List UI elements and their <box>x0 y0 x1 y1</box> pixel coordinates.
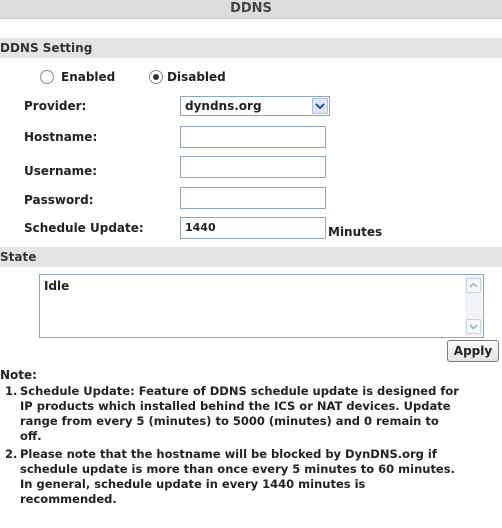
hostname-label: Hostname: <box>24 130 98 144</box>
scroll-down-icon <box>469 324 478 330</box>
username-field[interactable] <box>180 156 326 178</box>
enabled-label: Enabled <box>61 70 116 84</box>
username-label: Username: <box>24 164 98 178</box>
note-item-1-number: 1. <box>5 384 18 398</box>
scroll-down-button[interactable] <box>466 319 481 334</box>
provider-selected-value: dyndns.org <box>185 99 262 113</box>
password-label: Password: <box>24 193 94 207</box>
disabled-radio-option[interactable]: Disabled <box>149 69 279 87</box>
state-heading: State <box>0 250 37 264</box>
note-item-2-line: schedule update is more than once every … <box>20 462 455 476</box>
ddns-setting-header: DDNS Setting <box>0 38 502 58</box>
radio-selected-dot <box>153 74 159 80</box>
note-item-1-line: off. <box>20 429 42 443</box>
provider-dropdown-button[interactable] <box>312 98 328 114</box>
note-item-1-line: IP products which installed behind the I… <box>20 399 451 413</box>
schedule-update-label: Schedule Update: <box>24 221 144 235</box>
hostname-field[interactable] <box>180 126 326 148</box>
provider-label: Provider: <box>24 99 87 113</box>
note-item-2-line: Please note that the hostname will be bl… <box>20 447 437 461</box>
state-value: Idle <box>44 279 70 293</box>
note-item-1-line: Schedule Update: Feature of DDNS schedul… <box>20 384 459 398</box>
note-item-1-line: range from every 5 (minutes) to 5000 (mi… <box>20 414 439 428</box>
schedule-unit-label: Minutes <box>328 225 383 239</box>
note-item-2-line: recommended. <box>20 492 117 506</box>
note-heading: Note: <box>0 368 37 382</box>
disabled-label: Disabled <box>167 70 226 84</box>
note-item-1: Schedule Update: Feature of DDNS schedul… <box>20 384 502 444</box>
page-title: DDNS <box>0 0 502 19</box>
chevron-down-icon <box>315 103 325 110</box>
schedule-update-field[interactable]: 1440 <box>180 217 326 239</box>
apply-button[interactable]: Apply <box>447 340 499 362</box>
scroll-up-icon <box>469 282 478 288</box>
ddns-setting-heading: DDNS Setting <box>0 41 93 55</box>
password-field[interactable] <box>180 187 326 209</box>
enabled-radio[interactable] <box>40 70 54 84</box>
note-item-2: Please note that the hostname will be bl… <box>20 447 502 507</box>
note-item-2-line: In general, schedule update in every 144… <box>20 477 366 491</box>
state-scrollbar[interactable] <box>465 276 482 336</box>
disabled-radio[interactable] <box>149 70 163 84</box>
state-header: State <box>0 247 502 267</box>
state-textarea[interactable]: Idle <box>39 274 484 338</box>
provider-select[interactable]: dyndns.org <box>180 96 330 116</box>
scroll-up-button[interactable] <box>466 278 481 293</box>
note-item-2-number: 2. <box>5 447 18 461</box>
